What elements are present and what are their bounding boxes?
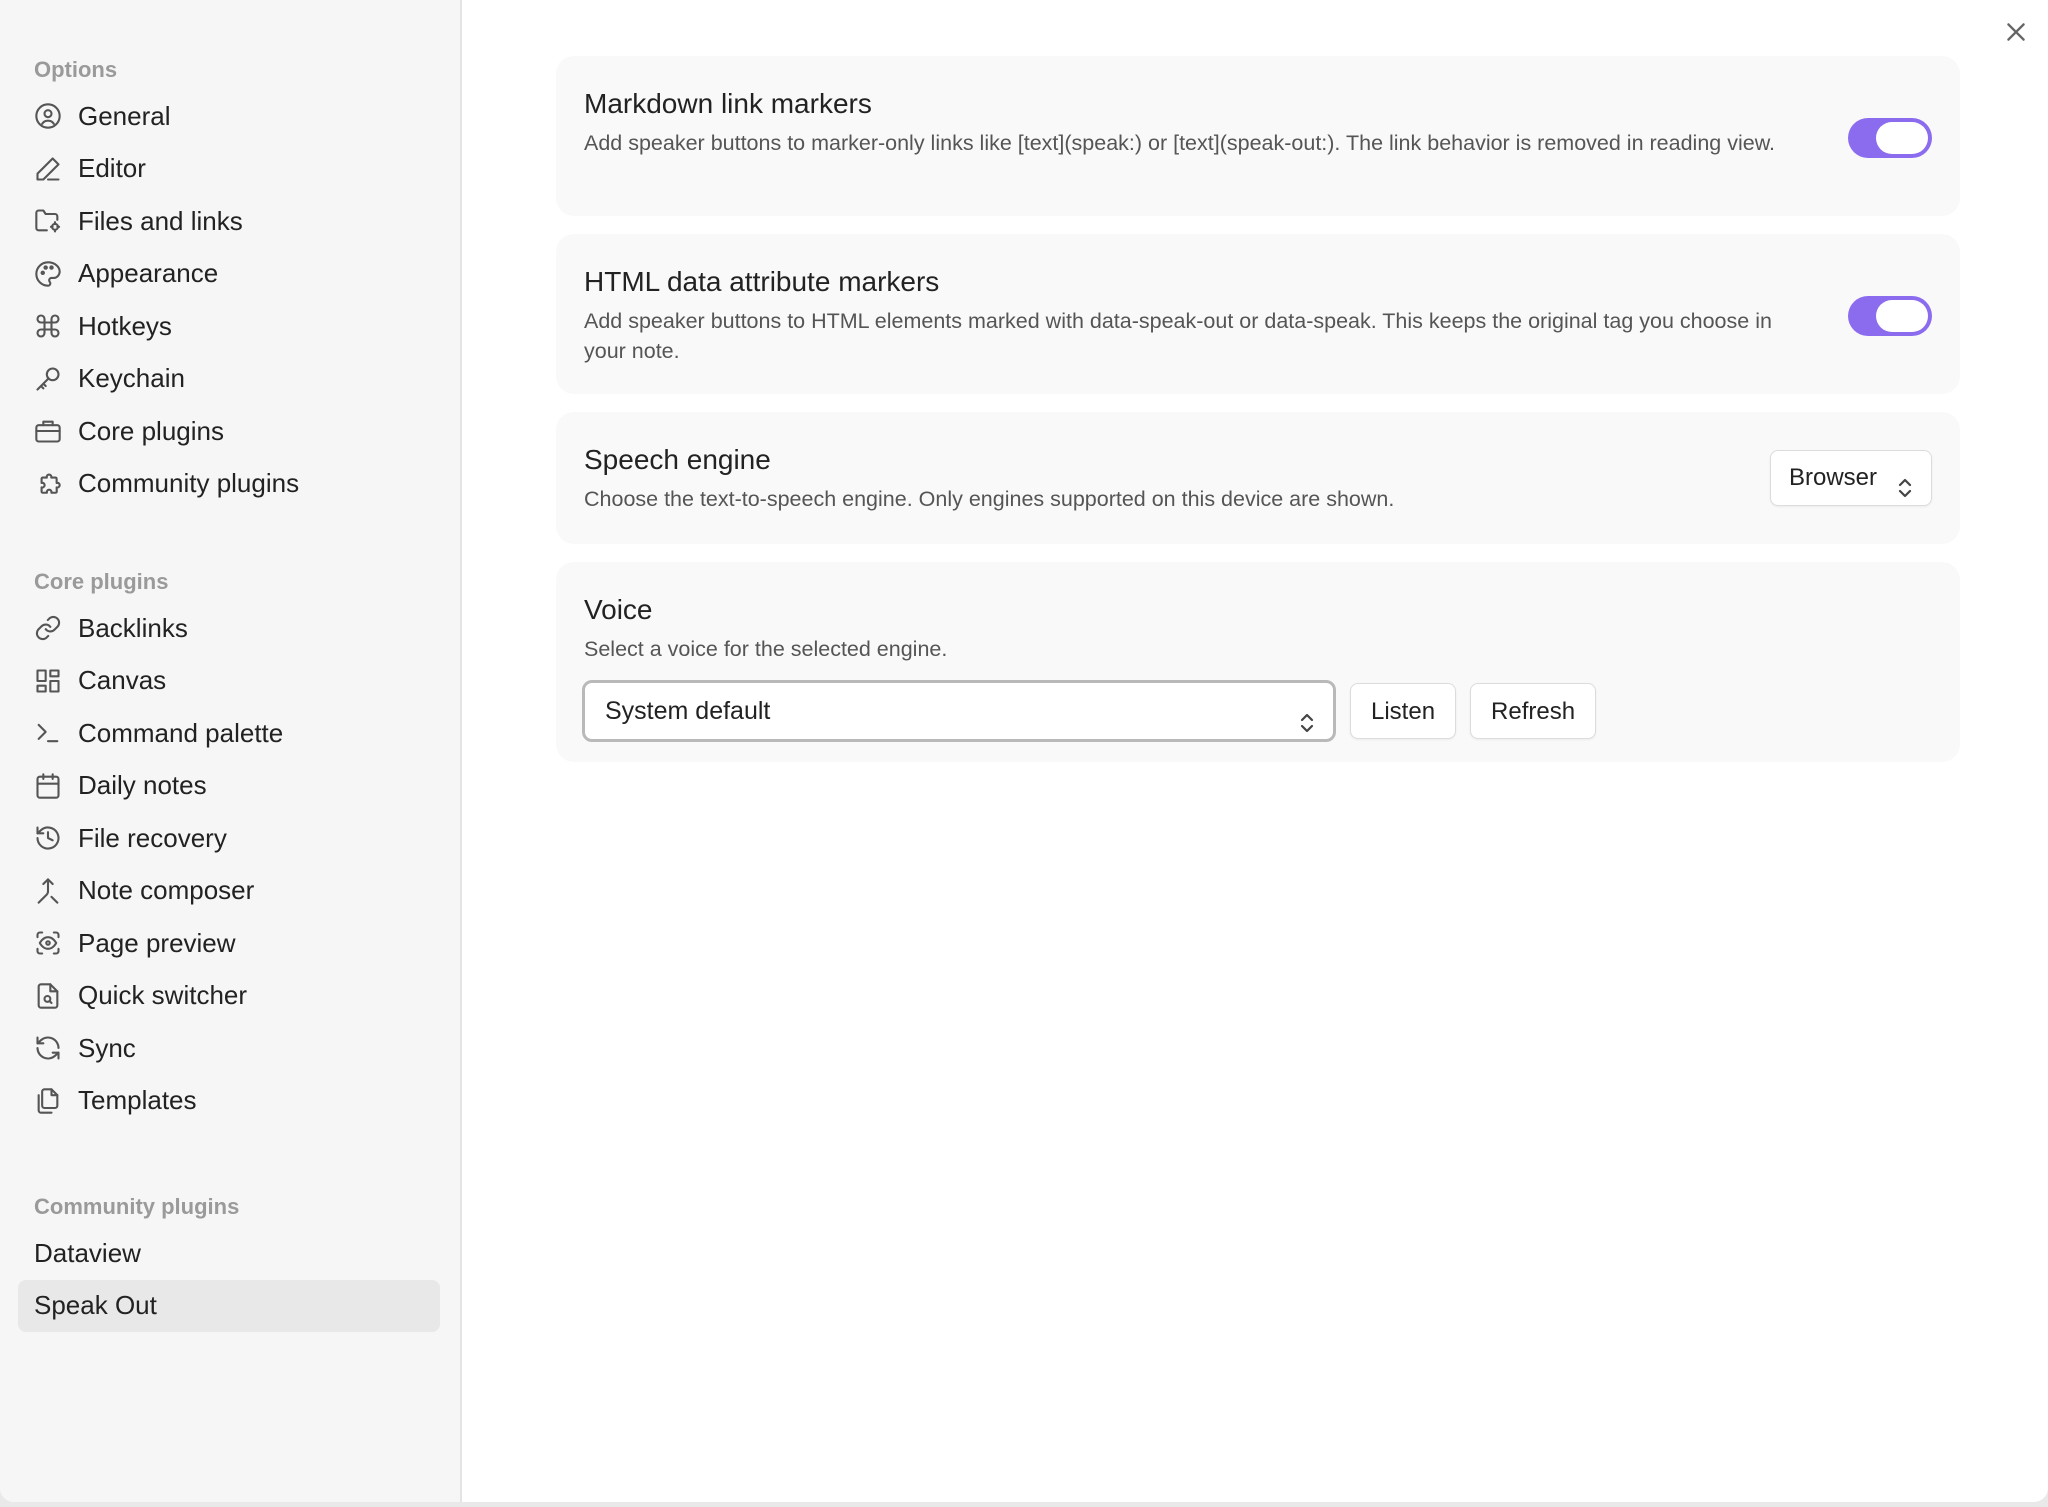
sidebar-item-label: Files and links (78, 205, 243, 236)
chevron-up-down-icon (1897, 466, 1913, 498)
sidebar-item-appearance[interactable]: Appearance (18, 248, 440, 301)
sidebar-item-command-palette[interactable]: Command palette (18, 707, 440, 760)
command-icon (34, 312, 62, 340)
sidebar-item-file-recovery[interactable]: File recovery (18, 812, 440, 865)
voice-controls: System default Listen Refresh (582, 680, 1932, 742)
pencil-icon (34, 155, 62, 183)
eye-scan-icon (34, 929, 62, 957)
sidebar-item-keychain[interactable]: Keychain (18, 353, 440, 406)
section-label-options: Options (34, 57, 118, 82)
close-icon (2007, 23, 2025, 41)
sidebar-item-label: Editor (78, 153, 146, 184)
sidebar-item-community-plugins[interactable]: Community plugins (18, 458, 440, 511)
speech-engine-value: Browser (1788, 464, 1877, 491)
setting-title: Speech engine (584, 444, 771, 475)
refresh-button[interactable]: Refresh (1470, 683, 1597, 739)
chevron-up-down-icon (1299, 699, 1315, 733)
setting-title: Markdown link markers (584, 88, 872, 119)
setting-title: Voice (584, 594, 653, 625)
sidebar-item-quick-switcher[interactable]: Quick switcher (18, 970, 440, 1023)
sidebar-item-daily-notes[interactable]: Daily notes (18, 760, 440, 813)
palette-icon (34, 260, 62, 288)
calendar-icon (34, 772, 62, 800)
sidebar-item-label: Core plugins (78, 415, 224, 446)
puzzle-icon (34, 470, 62, 498)
listen-button[interactable]: Listen (1350, 683, 1457, 739)
sidebar-item-label: File recovery (78, 822, 227, 853)
html-markers-toggle[interactable] (1848, 296, 1932, 336)
sidebar-item-label: General (78, 100, 171, 131)
sidebar-item-label: Backlinks (78, 612, 188, 643)
folder-cog-icon (34, 207, 62, 235)
refresh-icon (34, 1034, 62, 1062)
settings-content: Markdown link markers Add speaker button… (462, 0, 2048, 1502)
key-icon (34, 365, 62, 393)
setting-description: Select a voice for the selected engine. (584, 637, 948, 661)
merge-icon (34, 877, 62, 905)
markdown-markers-toggle[interactable] (1848, 118, 1932, 158)
sidebar-item-label: Dataview (34, 1237, 141, 1268)
voice-value: System default (605, 697, 771, 725)
sidebar-item-label: Command palette (78, 717, 284, 748)
setting-html-data-attribute-markers: HTML data attribute markers Add speaker … (556, 234, 1960, 394)
sidebar-item-templates[interactable]: Templates (18, 1075, 440, 1128)
setting-description: Choose the text-to-speech engine. Only e… (584, 487, 1395, 511)
sidebar-item-dataview[interactable]: Dataview (18, 1227, 440, 1280)
sidebar-item-label: Hotkeys (78, 310, 172, 341)
user-circle-icon (34, 102, 62, 130)
setting-markdown-link-markers: Markdown link markers Add speaker button… (556, 56, 1960, 216)
sidebar-item-label: Daily notes (78, 770, 207, 801)
section-label-core-plugins: Core plugins (34, 569, 169, 594)
sidebar-item-general[interactable]: General (18, 90, 440, 143)
sidebar-item-label: Appearance (78, 258, 219, 289)
sidebar-item-label: Templates (78, 1085, 197, 1116)
sidebar-item-label: Page preview (78, 927, 236, 958)
sidebar-item-label: Sync (78, 1032, 136, 1063)
sidebar-item-label: Canvas (78, 665, 167, 696)
sidebar-item-files-and-links[interactable]: Files and links (18, 195, 440, 248)
sidebar-item-label: Note composer (78, 875, 255, 906)
file-search-icon (34, 982, 62, 1010)
sidebar-item-label: Keychain (78, 363, 185, 394)
sidebar-item-note-composer[interactable]: Note composer (18, 865, 440, 918)
sidebar-item-canvas[interactable]: Canvas (18, 655, 440, 708)
briefcase-icon (34, 417, 62, 445)
speech-engine-select[interactable]: Browser (1769, 450, 1932, 506)
sidebar-item-page-preview[interactable]: Page preview (18, 917, 440, 970)
sidebar-item-sync[interactable]: Sync (18, 1022, 440, 1075)
sidebar-item-label: Community plugins (78, 468, 300, 499)
setting-speech-engine: Speech engine Choose the text-to-speech … (556, 412, 1960, 544)
sidebar-item-label: Speak Out (34, 1290, 157, 1321)
section-label-community-plugins: Community plugins (34, 1194, 240, 1219)
sidebar-item-label: Quick switcher (78, 980, 248, 1011)
sidebar-item-backlinks[interactable]: Backlinks (18, 602, 440, 655)
settings-modal: Options General Editor Files and links A… (0, 0, 2048, 1502)
history-icon (34, 824, 62, 852)
layout-grid-icon (34, 667, 62, 695)
sidebar-item-core-plugins[interactable]: Core plugins (18, 405, 440, 458)
link-icon (34, 614, 62, 642)
close-button[interactable] (2000, 16, 2032, 48)
sidebar-item-speak-out[interactable]: Speak Out (18, 1279, 440, 1332)
setting-description: Add speaker buttons to HTML elements mar… (584, 309, 1772, 363)
plugin-settings: Markdown link markers Add speaker button… (556, 56, 1960, 780)
setting-title: HTML data attribute markers (584, 266, 940, 297)
settings-sidebar: Options General Editor Files and links A… (0, 0, 462, 1502)
toggle-knob (1876, 122, 1928, 154)
terminal-icon (34, 719, 62, 747)
sidebar-item-hotkeys[interactable]: Hotkeys (18, 300, 440, 353)
files-icon (34, 1087, 62, 1115)
toggle-knob (1876, 300, 1928, 332)
setting-voice: Voice Select a voice for the selected en… (556, 562, 1960, 762)
sidebar-item-editor[interactable]: Editor (18, 143, 440, 196)
setting-description: Add speaker buttons to marker-only links… (584, 131, 1776, 155)
voice-select[interactable]: System default (582, 680, 1336, 742)
